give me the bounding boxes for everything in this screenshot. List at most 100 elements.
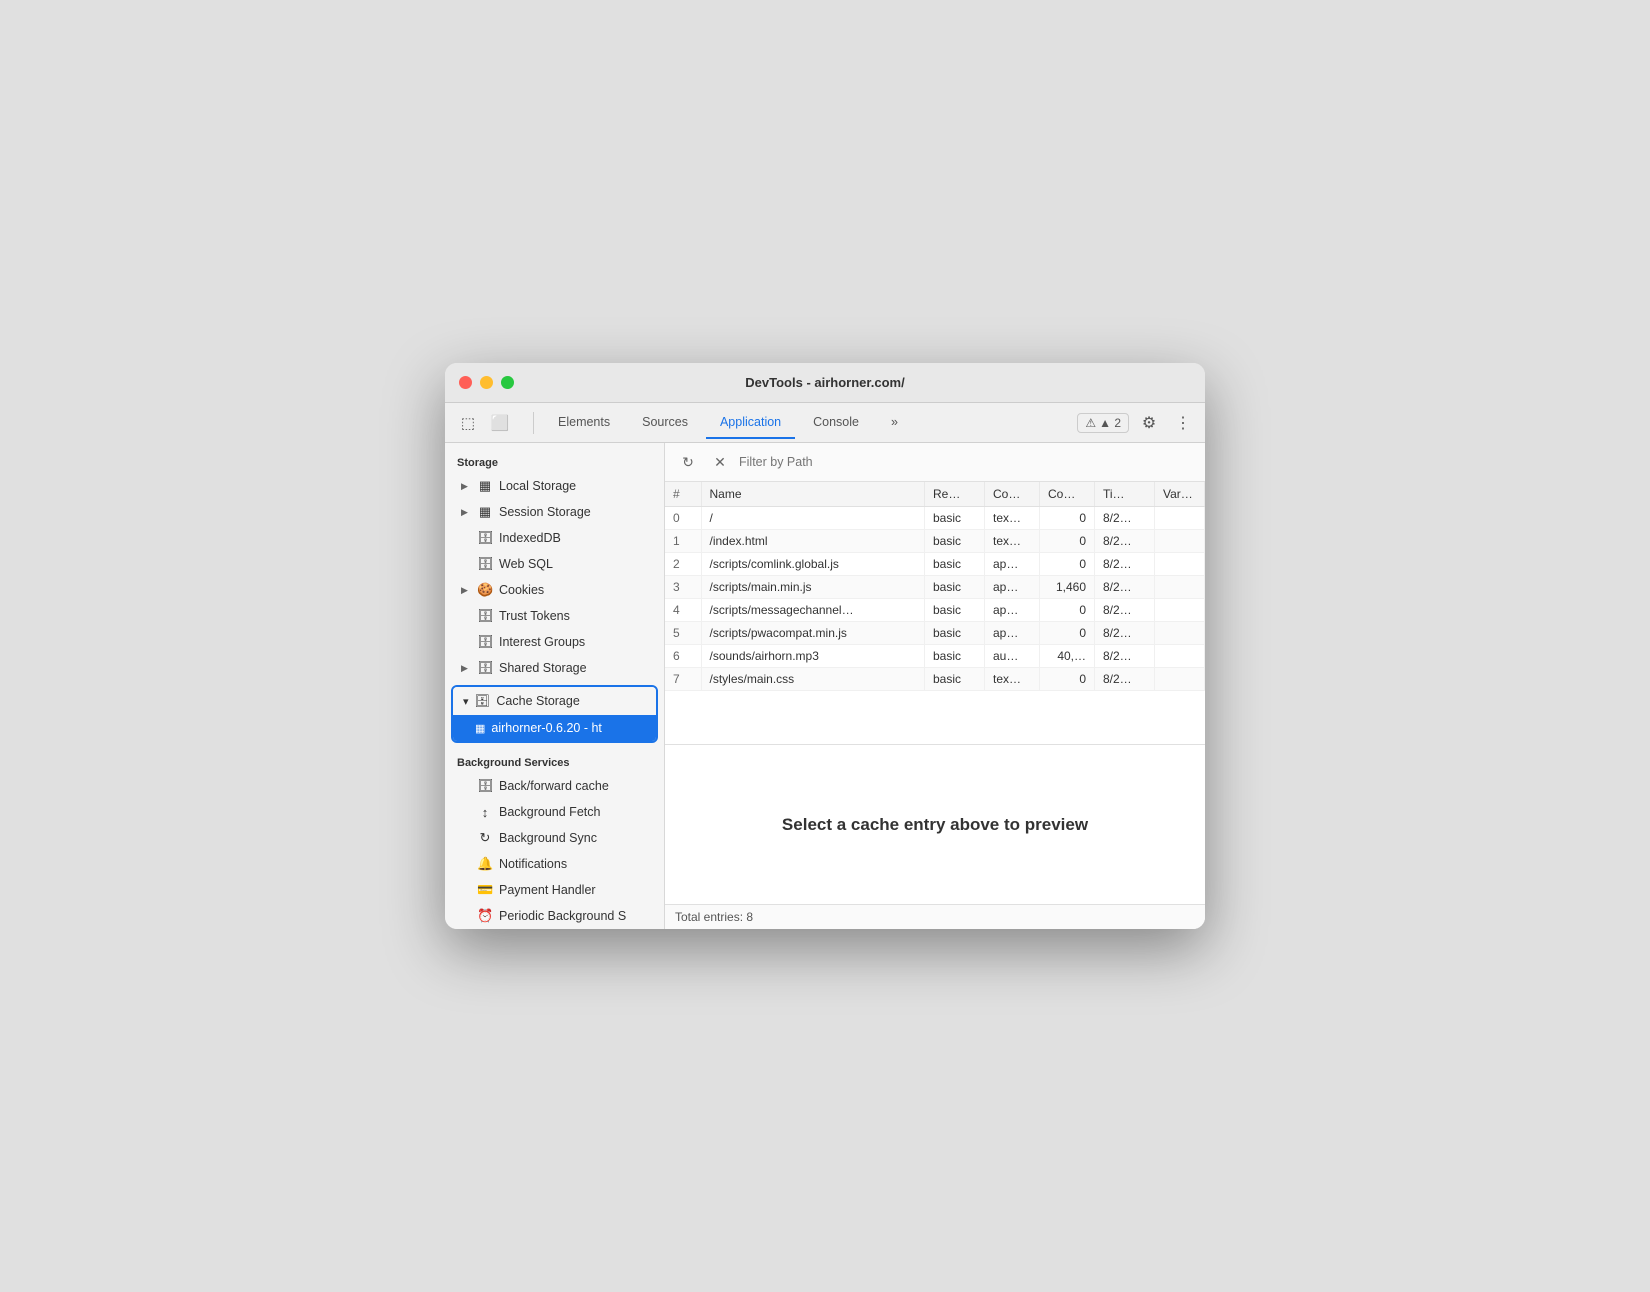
sidebar-item-notifications[interactable]: ▶ 🔔 Notifications xyxy=(445,851,664,877)
tab-more[interactable]: » xyxy=(877,407,912,439)
table-row[interactable]: 7 /styles/main.css basic tex… 0 8/2… xyxy=(665,668,1205,691)
sidebar-item-background-sync[interactable]: ▶ ↻ Background Sync xyxy=(445,825,664,851)
cell-re: basic xyxy=(925,668,985,691)
cell-ti: 8/2… xyxy=(1095,553,1155,576)
table-row[interactable]: 0 / basic tex… 0 8/2… xyxy=(665,507,1205,530)
local-storage-icon: ▦ xyxy=(477,478,493,494)
tab-elements[interactable]: Elements xyxy=(544,407,624,439)
table-row[interactable]: 4 /scripts/messagechannel… basic ap… 0 8… xyxy=(665,599,1205,622)
cell-name: /scripts/pwacompat.min.js xyxy=(701,622,925,645)
warning-badge[interactable]: ⚠ ▲ 2 xyxy=(1077,413,1129,433)
cell-re: basic xyxy=(925,576,985,599)
warning-count: ▲ 2 xyxy=(1099,416,1121,430)
cell-co2: 0 xyxy=(1040,530,1095,553)
col-header-ti[interactable]: Ti… xyxy=(1095,482,1155,507)
more-options-button[interactable]: ⋮ xyxy=(1169,409,1197,437)
minimize-button[interactable] xyxy=(480,376,493,389)
device-icon-btn[interactable]: ⬜ xyxy=(485,409,515,437)
cell-co1: ap… xyxy=(985,622,1040,645)
cell-var xyxy=(1155,599,1205,622)
web-sql-icon: 🗄 xyxy=(477,556,493,572)
cache-storage-label: Cache Storage xyxy=(496,694,579,708)
sidebar-item-web-sql[interactable]: ▶ 🗄 Web SQL xyxy=(445,551,664,577)
cell-num: 3 xyxy=(665,576,701,599)
cell-co2: 0 xyxy=(1040,553,1095,576)
col-header-co2[interactable]: Co… xyxy=(1040,482,1095,507)
cell-var xyxy=(1155,507,1205,530)
cursor-icon-btn[interactable]: ⬚ xyxy=(453,409,483,437)
arrow-spacer: ▶ xyxy=(461,807,471,818)
clear-button[interactable]: ✕ xyxy=(707,449,733,475)
sidebar-item-indexeddb[interactable]: ▶ 🗄 IndexedDB xyxy=(445,525,664,551)
refresh-button[interactable]: ↻ xyxy=(675,449,701,475)
arrow-icon: ▶ xyxy=(461,481,471,492)
filter-bar: ↻ ✕ xyxy=(665,443,1205,482)
sidebar-item-periodic-background[interactable]: ▶ ⏰ Periodic Background S xyxy=(445,903,664,929)
main-content: Storage ▶ ▦ Local Storage ▶ ▦ Session St… xyxy=(445,443,1205,929)
sidebar-item-cookies[interactable]: ▶ 🍪 Cookies xyxy=(445,577,664,603)
col-header-co1[interactable]: Co… xyxy=(985,482,1040,507)
sidebar-item-label: Interest Groups xyxy=(499,635,585,649)
arrow-icon: ▶ xyxy=(461,585,471,596)
maximize-button[interactable] xyxy=(501,376,514,389)
preview-text: Select a cache entry above to preview xyxy=(782,815,1088,835)
sidebar-item-label: Cookies xyxy=(499,583,544,597)
cell-co2: 0 xyxy=(1040,599,1095,622)
sidebar-item-interest-groups[interactable]: ▶ 🗄 Interest Groups xyxy=(445,629,664,655)
preview-area: Select a cache entry above to preview xyxy=(665,744,1205,904)
table-row[interactable]: 6 /sounds/airhorn.mp3 basic au… 40,… 8/2… xyxy=(665,645,1205,668)
table-body: 0 / basic tex… 0 8/2… 1 /index.html basi… xyxy=(665,507,1205,691)
sidebar-item-local-storage[interactable]: ▶ ▦ Local Storage xyxy=(445,473,664,499)
col-header-var[interactable]: Var… xyxy=(1155,482,1205,507)
cell-re: basic xyxy=(925,599,985,622)
cell-num: 1 xyxy=(665,530,701,553)
table-row[interactable]: 3 /scripts/main.min.js basic ap… 1,460 8… xyxy=(665,576,1205,599)
cache-child-icon: ▦ xyxy=(475,722,485,735)
cell-var xyxy=(1155,530,1205,553)
payment-handler-icon: 💳 xyxy=(477,882,493,898)
col-header-re[interactable]: Re… xyxy=(925,482,985,507)
sidebar-item-session-storage[interactable]: ▶ ▦ Session Storage xyxy=(445,499,664,525)
sidebar-item-label: Back/forward cache xyxy=(499,779,609,793)
periodic-background-icon: ⏰ xyxy=(477,908,493,924)
cell-co2: 40,… xyxy=(1040,645,1095,668)
tab-console[interactable]: Console xyxy=(799,407,873,439)
devtools-window: DevTools - airhorner.com/ ⬚ ⬜ Elements S… xyxy=(445,363,1205,929)
table-row[interactable]: 1 /index.html basic tex… 0 8/2… xyxy=(665,530,1205,553)
sidebar-item-label: Trust Tokens xyxy=(499,609,570,623)
toolbar-icons: ⬚ ⬜ xyxy=(453,409,515,437)
cell-co2: 0 xyxy=(1040,622,1095,645)
cache-table-container: # Name Re… Co… Co… Ti… Var… 0 / basic te… xyxy=(665,482,1205,744)
sidebar-item-label: Notifications xyxy=(499,857,567,871)
cell-num: 0 xyxy=(665,507,701,530)
cell-ti: 8/2… xyxy=(1095,599,1155,622)
table-header: # Name Re… Co… Co… Ti… Var… xyxy=(665,482,1205,507)
cache-storage-child[interactable]: ▦ airhorner-0.6.20 - ht xyxy=(453,715,656,741)
close-button[interactable] xyxy=(459,376,472,389)
cell-var xyxy=(1155,668,1205,691)
sidebar-item-trust-tokens[interactable]: ▶ 🗄 Trust Tokens xyxy=(445,603,664,629)
cell-co2: 1,460 xyxy=(1040,576,1095,599)
cell-co1: tex… xyxy=(985,668,1040,691)
toolbar-separator xyxy=(533,412,534,434)
cache-storage-group: ▾ 🗄 Cache Storage ▦ airhorner-0.6.20 - h… xyxy=(451,685,658,743)
table-row[interactable]: 2 /scripts/comlink.global.js basic ap… 0… xyxy=(665,553,1205,576)
sidebar-item-payment-handler[interactable]: ▶ 💳 Payment Handler xyxy=(445,877,664,903)
cell-name: /scripts/comlink.global.js xyxy=(701,553,925,576)
cell-co1: tex… xyxy=(985,530,1040,553)
sidebar-item-back-forward-cache[interactable]: ▶ 🗄 Back/forward cache xyxy=(445,773,664,799)
col-header-name[interactable]: Name xyxy=(701,482,925,507)
content-panel: ↻ ✕ # Name Re… Co… Co… Ti… Var xyxy=(665,443,1205,929)
tab-application[interactable]: Application xyxy=(706,407,795,439)
filter-input[interactable] xyxy=(739,455,1195,469)
cell-var xyxy=(1155,622,1205,645)
table-row[interactable]: 5 /scripts/pwacompat.min.js basic ap… 0 … xyxy=(665,622,1205,645)
sidebar-item-cache-storage[interactable]: ▾ 🗄 Cache Storage xyxy=(453,687,656,715)
cell-name: /scripts/messagechannel… xyxy=(701,599,925,622)
back-forward-icon: 🗄 xyxy=(477,778,493,794)
sidebar-item-background-fetch[interactable]: ▶ ↕ Background Fetch xyxy=(445,799,664,825)
tab-sources[interactable]: Sources xyxy=(628,407,702,439)
cell-re: basic xyxy=(925,507,985,530)
sidebar-item-shared-storage[interactable]: ▶ 🗄 Shared Storage xyxy=(445,655,664,681)
settings-button[interactable]: ⚙ xyxy=(1135,409,1163,437)
